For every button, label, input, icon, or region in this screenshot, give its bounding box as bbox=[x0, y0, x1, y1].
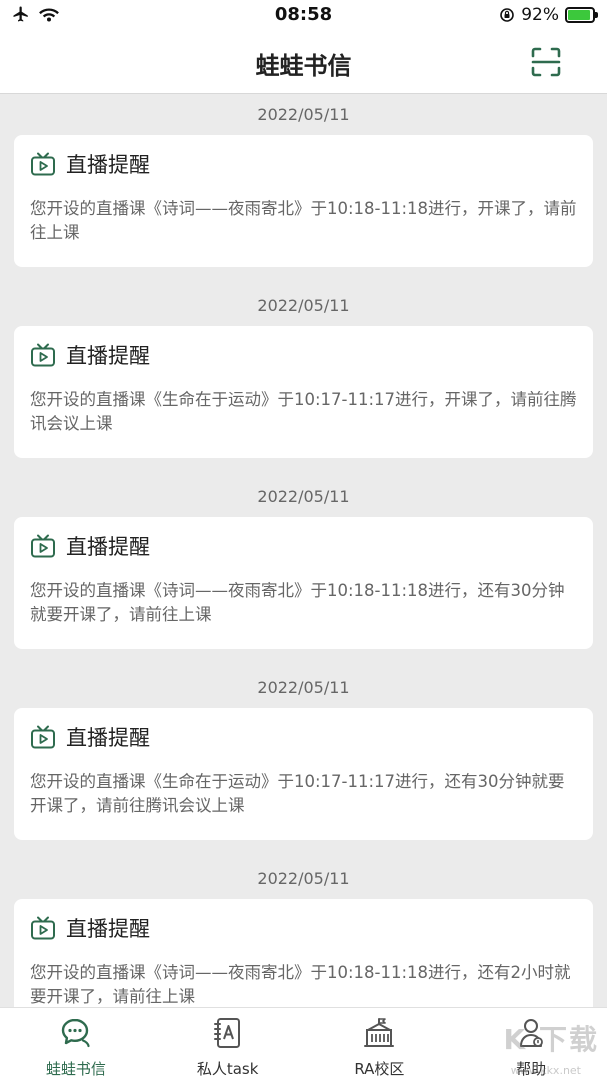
message-card[interactable]: 直播提醒 您开设的直播课《生命在于运动》于10:17-11:17进行，还有30分… bbox=[14, 708, 593, 840]
card-title: 直播提醒 bbox=[66, 917, 150, 941]
building-icon bbox=[364, 1018, 395, 1047]
tab-letters[interactable]: 蛙蛙书信 bbox=[0, 1008, 152, 1080]
card-title: 直播提醒 bbox=[66, 535, 150, 559]
message-group: 2022/05/11 直播提醒 您开设的直播课《生命在于运动》于10:17-11… bbox=[0, 286, 607, 458]
card-title: 直播提醒 bbox=[66, 344, 150, 368]
battery-fill bbox=[568, 10, 591, 20]
scan-icon bbox=[531, 47, 561, 77]
orientation-lock-icon bbox=[500, 8, 515, 22]
card-body: 您开设的直播课《诗词——夜雨寄北》于10:18-11:18进行，还有2小时就要开… bbox=[30, 963, 571, 1006]
message-group: 2022/05/11 直播提醒 您开设的直播课《生命在于运动》于10:17-11… bbox=[0, 668, 607, 840]
status-bar: 08:58 92% bbox=[0, 0, 607, 32]
status-right: 92% bbox=[499, 5, 598, 25]
watermark-logo: K 下载 bbox=[503, 1023, 599, 1056]
tab-label: 私人task bbox=[196, 1060, 259, 1078]
card-title: 直播提醒 bbox=[66, 153, 150, 177]
live-tv-icon bbox=[31, 534, 55, 558]
message-card[interactable]: 直播提醒 您开设的直播课《生命在于运动》于10:17-11:17进行，开课了，请… bbox=[14, 326, 593, 458]
scan-button[interactable] bbox=[530, 46, 562, 78]
tab-label: 蛙蛙书信 bbox=[45, 1060, 106, 1078]
page-title: 蛙蛙书信 bbox=[255, 52, 352, 80]
tab-ra-campus[interactable]: RA校区 bbox=[304, 1008, 456, 1080]
card-header: 直播提醒 bbox=[30, 531, 577, 561]
live-tv-icon bbox=[31, 152, 55, 176]
message-date: 2022/05/11 bbox=[257, 869, 350, 888]
nav-bar: 蛙蛙书信 bbox=[0, 32, 607, 94]
live-tv-icon bbox=[31, 725, 55, 749]
battery-percent: 92% bbox=[521, 5, 559, 25]
live-tv-icon bbox=[31, 343, 55, 367]
card-header: 直播提醒 bbox=[30, 722, 577, 752]
card-body: 您开设的直播课《生命在于运动》于10:17-11:17进行，开课了，请前往腾讯会… bbox=[30, 390, 577, 433]
message-feed[interactable]: 2022/05/11 直播提醒 您开设的直播课《诗词——夜雨寄北》于10:18-… bbox=[0, 95, 607, 1007]
chat-bubbles-icon bbox=[61, 1018, 90, 1048]
message-card[interactable]: 直播提醒 您开设的直播课《诗词——夜雨寄北》于10:18-11:18进行，还有2… bbox=[14, 899, 593, 1007]
notebook-icon bbox=[213, 1018, 240, 1048]
message-card[interactable]: 直播提醒 您开设的直播课《诗词——夜雨寄北》于10:18-11:18进行，开课了… bbox=[14, 135, 593, 267]
tab-label: RA校区 bbox=[354, 1060, 405, 1078]
message-date: 2022/05/11 bbox=[257, 105, 350, 124]
tab-private-task[interactable]: 私人task bbox=[152, 1008, 304, 1080]
message-group: 2022/05/11 直播提醒 您开设的直播课《诗词——夜雨寄北》于10:18-… bbox=[0, 95, 607, 267]
card-title: 直播提醒 bbox=[66, 726, 150, 750]
message-group: 2022/05/11 直播提醒 您开设的直播课《诗词——夜雨寄北》于10:18-… bbox=[0, 859, 607, 1007]
live-tv-icon bbox=[31, 916, 55, 940]
card-header: 直播提醒 bbox=[30, 913, 577, 943]
card-body: 您开设的直播课《诗词——夜雨寄北》于10:18-11:18进行，开课了，请前往上… bbox=[30, 199, 577, 242]
battery-charging-icon bbox=[565, 7, 598, 23]
watermark-url: www.kkx.net bbox=[510, 1064, 581, 1077]
message-group: 2022/05/11 直播提醒 您开设的直播课《诗词——夜雨寄北》于10:18-… bbox=[0, 477, 607, 649]
card-body: 您开设的直播课《诗词——夜雨寄北》于10:18-11:18进行，还有30分钟就要… bbox=[30, 581, 565, 624]
message-date: 2022/05/11 bbox=[257, 487, 350, 506]
message-date: 2022/05/11 bbox=[257, 296, 350, 315]
card-header: 直播提醒 bbox=[30, 149, 577, 179]
card-body: 您开设的直播课《生命在于运动》于10:17-11:17进行，还有30分钟就要开课… bbox=[30, 772, 565, 815]
message-date: 2022/05/11 bbox=[257, 678, 350, 697]
app-screen: 08:58 92% 蛙蛙书信 2022/05/11 直播提醒 您开设的直播课《诗… bbox=[0, 0, 607, 1080]
card-header: 直播提醒 bbox=[30, 340, 577, 370]
message-card[interactable]: 直播提醒 您开设的直播课《诗词——夜雨寄北》于10:18-11:18进行，还有3… bbox=[14, 517, 593, 649]
